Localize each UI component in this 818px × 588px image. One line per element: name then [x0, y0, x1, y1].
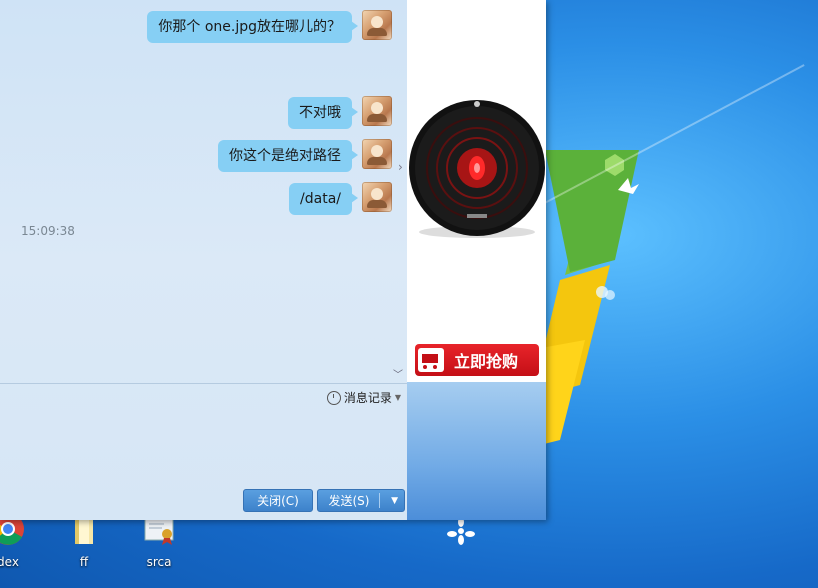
message-area[interactable]: 你那个 one.jpg放在哪儿的？ 不对哦 你这个是绝对路径 /data/ 15… [0, 0, 407, 383]
avatar[interactable] [362, 10, 392, 40]
windows-logo [520, 150, 639, 450]
avatar[interactable] [362, 182, 392, 212]
ad-panel-background [407, 382, 546, 520]
ad-panel: 立即抢购 [407, 0, 546, 520]
robot-vacuum-image [409, 100, 545, 238]
chevron-down-icon[interactable]: ﹀ [393, 366, 403, 381]
divider [0, 383, 407, 384]
avatar[interactable] [362, 139, 392, 169]
send-button[interactable]: 发送(S) ▼ [317, 489, 405, 512]
desktop-icon-label: dex [0, 555, 19, 569]
message-bubble: 不对哦 [288, 97, 358, 129]
ad-banner[interactable]: 立即抢购 [407, 0, 546, 382]
message-bubble: /data/ [289, 183, 358, 215]
message-timestamp: 15:09:38 [21, 224, 75, 238]
send-options-dropdown-icon[interactable]: ▼ [391, 490, 398, 513]
chevron-right-icon[interactable]: › [398, 160, 403, 174]
buy-now-button[interactable]: 立即抢购 [415, 344, 539, 376]
message-bubble: 你那个 one.jpg放在哪儿的？ [147, 11, 358, 43]
history-button[interactable]: 消息记录 ▼ [326, 389, 401, 406]
chat-window: 你那个 one.jpg放在哪儿的？ 不对哦 你这个是绝对路径 /data/ 15… [0, 0, 546, 520]
button-divider [379, 493, 380, 508]
close-button[interactable]: 关闭(C) [243, 489, 313, 512]
desktop-icon-srca[interactable]: srca [129, 512, 189, 569]
desktop-icon-dex[interactable]: dex [0, 512, 38, 569]
send-label: 发送(S) [328, 494, 370, 508]
buy-label: 立即抢购 [454, 352, 519, 371]
desktop-icon-ff[interactable]: ff [54, 512, 114, 569]
caret-down-icon: ▼ [394, 393, 401, 402]
chat-pane: 你那个 one.jpg放在哪儿的？ 不对哦 你这个是绝对路径 /data/ 15… [0, 0, 407, 520]
shopping-cart-icon [418, 348, 444, 372]
avatar[interactable] [362, 96, 392, 126]
desktop-icon-label: srca [146, 555, 172, 569]
clock-icon [326, 390, 341, 405]
desktop-icon-label: ff [79, 555, 89, 569]
history-label: 消息记录 [343, 391, 392, 405]
message-bubble: 你这个是绝对路径 [218, 140, 358, 172]
